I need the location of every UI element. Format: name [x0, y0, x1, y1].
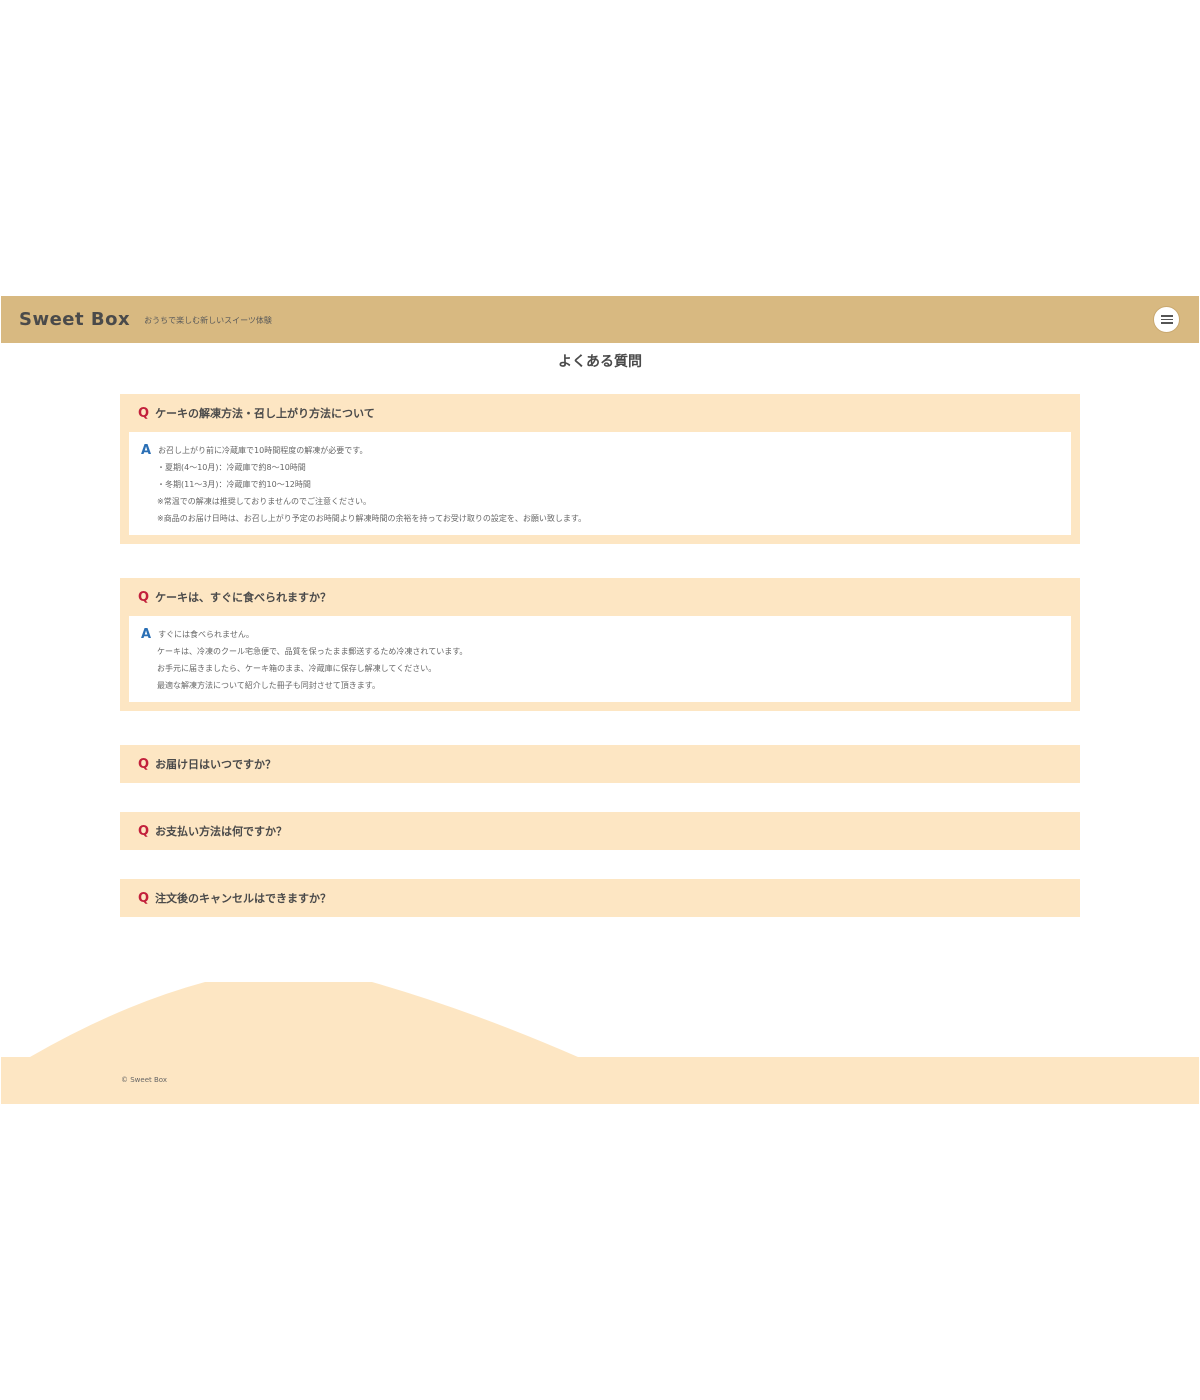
site-header: Sweet Box おうちで楽しむ新しいスイーツ体験 [1, 296, 1199, 343]
question-mark-label: Q [138, 756, 150, 772]
faq-item: Q ケーキは、すぐに食べられますか？ A すぐには食べられません。 ケーキは、冷… [120, 578, 1080, 711]
faq-item: Q 注文後のキャンセルはできますか？ [120, 879, 1080, 917]
site-logo[interactable]: Sweet Box [19, 309, 130, 330]
menu-line [1160, 322, 1173, 324]
faq-question-text: ケーキは、すぐに食べられますか？ [155, 591, 332, 604]
hamburger-menu-icon[interactable] [1153, 306, 1180, 333]
faq-answer: A すぐには食べられません。 ケーキは、冷凍のクール宅急便で、品質を保ったまま郵… [129, 616, 1071, 702]
menu-line [1160, 318, 1173, 321]
faq-question-text: お支払い方法は何ですか？ [155, 825, 288, 838]
question-mark-label: Q [138, 890, 150, 906]
faq-answer-text: すぐには食べられません。 [158, 630, 254, 639]
faq-item: Q ケーキの解凍方法・召し上がり方法について A お召し上がり前に冷蔵庫で10時… [120, 394, 1080, 544]
faq-answer-line: お手元に届きましたら、ケーキ箱のまま、冷蔵庫に保存し解凍してください。 [157, 664, 437, 673]
menu-line [1160, 315, 1173, 317]
faq-question[interactable]: Q お届け日はいつですか？ [120, 745, 1080, 783]
question-mark-label: Q [138, 405, 150, 421]
faq-question[interactable]: Q 注文後のキャンセルはできますか？ [120, 879, 1080, 917]
answer-mark-label: A [141, 627, 152, 642]
faq-question[interactable]: Q ケーキの解凍方法・召し上がり方法について [120, 394, 1080, 432]
faq-answer-line: ケーキは、冷凍のクール宅急便で、品質を保ったまま郵送するため冷凍されています。 [157, 647, 468, 656]
faq-item: Q お届け日はいつですか？ [120, 745, 1080, 783]
faq-question-text: お届け日はいつですか？ [155, 758, 277, 771]
faq-answer-line: ※常温での解凍は推奨しておりませんのでご注意ください。 [157, 497, 371, 506]
faq-answer-line: 最適な解凍方法について紹介した冊子も同封させて頂きます。 [157, 681, 380, 690]
faq-answer-lead: A お召し上がり前に冷蔵庫で10時間程度の解凍が必要です。 [141, 442, 1059, 459]
faq-question-text: 注文後のキャンセルはできますか？ [155, 892, 332, 905]
site-tagline: おうちで楽しむ新しいスイーツ体験 [144, 316, 272, 325]
faq-answer-line: ・冬期(11～3月)：冷蔵庫で約10～12時間 [157, 480, 311, 489]
faq-question-text: ケーキの解凍方法・召し上がり方法について [155, 407, 375, 420]
footer-hill-decoration [30, 982, 578, 1057]
faq-question[interactable]: Q ケーキは、すぐに食べられますか？ [120, 578, 1080, 616]
answer-mark-label: A [141, 443, 152, 458]
faq-answer: A お召し上がり前に冷蔵庫で10時間程度の解凍が必要です。 ・夏期(4～10月)… [129, 432, 1071, 535]
faq-answer-lead: A すぐには食べられません。 [141, 626, 1059, 643]
faq-item: Q お支払い方法は何ですか？ [120, 812, 1080, 850]
site-footer: © Sweet Box [1, 1057, 1199, 1104]
question-mark-label: Q [138, 589, 150, 605]
faq-answer-line: ・夏期(4～10月)：冷蔵庫で約8～10時間 [157, 463, 306, 472]
page-title: よくある質問 [558, 354, 642, 370]
faq-answer-text: お召し上がり前に冷蔵庫で10時間程度の解凍が必要です。 [158, 446, 368, 455]
faq-answer-line: ※商品のお届け日時は、お召し上がり予定のお時間より解凍時間の余裕を持ってお受け取… [157, 514, 587, 523]
faq-question[interactable]: Q お支払い方法は何ですか？ [120, 812, 1080, 850]
copyright-text: © Sweet Box [121, 1076, 167, 1084]
question-mark-label: Q [138, 823, 150, 839]
